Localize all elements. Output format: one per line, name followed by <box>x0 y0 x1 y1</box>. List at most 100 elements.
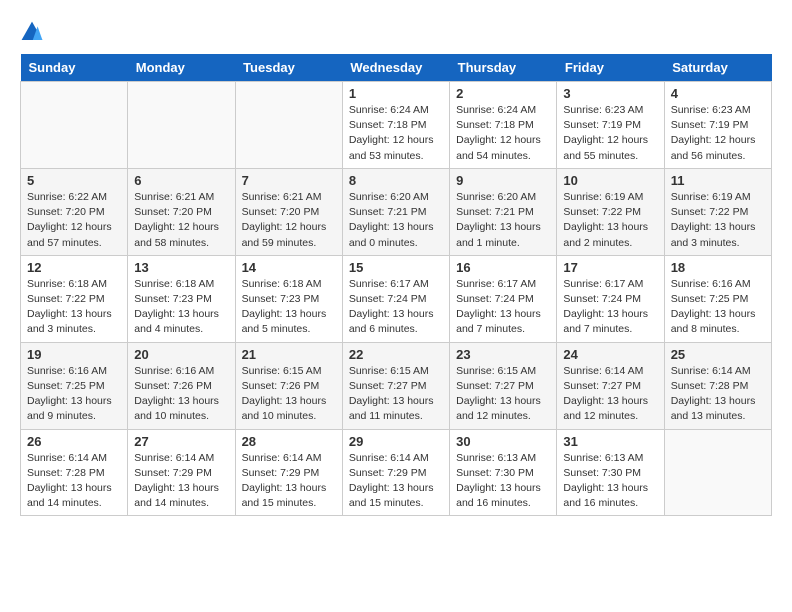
day-info: Sunrise: 6:21 AMSunset: 7:20 PMDaylight:… <box>134 190 228 251</box>
calendar-cell: 13Sunrise: 6:18 AMSunset: 7:23 PMDayligh… <box>128 255 235 342</box>
day-info: Sunrise: 6:17 AMSunset: 7:24 PMDaylight:… <box>456 277 550 338</box>
day-number: 23 <box>456 347 550 362</box>
calendar-cell <box>235 82 342 169</box>
day-number: 1 <box>349 86 443 101</box>
day-number: 31 <box>563 434 657 449</box>
calendar-week-row: 5 Sunrise: 6:22 AMSunset: 7:20 PMDaylight… <box>21 168 772 255</box>
day-number: 8 <box>349 173 443 188</box>
day-number: 5 <box>27 173 121 188</box>
day-info: Sunrise: 6:19 AMSunset: 7:22 PMDaylight:… <box>671 190 765 251</box>
day-number: 28 <box>242 434 336 449</box>
day-info: Sunrise: 6:17 AMSunset: 7:24 PMDaylight:… <box>349 277 443 338</box>
calendar-cell: 16 Sunrise: 6:17 AMSunset: 7:24 PMDayligh… <box>450 255 557 342</box>
day-number: 20 <box>134 347 228 362</box>
day-info: Sunrise: 6:24 AMSunset: 7:18 PMDaylight:… <box>456 103 550 164</box>
day-number: 7 <box>242 173 336 188</box>
day-number: 19 <box>27 347 121 362</box>
day-number: 17 <box>563 260 657 275</box>
day-number: 3 <box>563 86 657 101</box>
day-number: 13 <box>134 260 228 275</box>
day-number: 29 <box>349 434 443 449</box>
calendar-cell: 15 Sunrise: 6:17 AMSunset: 7:24 PMDayligh… <box>342 255 449 342</box>
day-number: 11 <box>671 173 765 188</box>
logo <box>20 20 48 44</box>
day-info: Sunrise: 6:15 AMSunset: 7:27 PMDaylight:… <box>456 364 550 425</box>
calendar-cell: 6 Sunrise: 6:21 AMSunset: 7:20 PMDaylight… <box>128 168 235 255</box>
day-info: Sunrise: 6:14 AMSunset: 7:29 PMDaylight:… <box>242 451 336 512</box>
day-info: Sunrise: 6:16 AMSunset: 7:26 PMDaylight:… <box>134 364 228 425</box>
calendar-cell: 14 Sunrise: 6:18 AMSunset: 7:23 PMDayligh… <box>235 255 342 342</box>
calendar-week-row: 1 Sunrise: 6:24 AMSunset: 7:18 PMDaylight… <box>21 82 772 169</box>
day-info: Sunrise: 6:15 AMSunset: 7:26 PMDaylight:… <box>242 364 336 425</box>
calendar-header-saturday: Saturday <box>664 54 771 82</box>
calendar-cell: 21Sunrise: 6:15 AMSunset: 7:26 PMDayligh… <box>235 342 342 429</box>
day-info: Sunrise: 6:14 AMSunset: 7:28 PMDaylight:… <box>27 451 121 512</box>
day-number: 6 <box>134 173 228 188</box>
calendar-cell: 12 Sunrise: 6:18 AMSunset: 7:22 PMDayligh… <box>21 255 128 342</box>
calendar-cell: 30Sunrise: 6:13 AMSunset: 7:30 PMDayligh… <box>450 429 557 516</box>
day-number: 22 <box>349 347 443 362</box>
day-info: Sunrise: 6:24 AMSunset: 7:18 PMDaylight:… <box>349 103 443 164</box>
calendar-cell: 18 Sunrise: 6:16 AMSunset: 7:25 PMDayligh… <box>664 255 771 342</box>
calendar-cell: 7 Sunrise: 6:21 AMSunset: 7:20 PMDaylight… <box>235 168 342 255</box>
day-number: 15 <box>349 260 443 275</box>
calendar-header-monday: Monday <box>128 54 235 82</box>
day-number: 14 <box>242 260 336 275</box>
calendar-cell: 31 Sunrise: 6:13 AMSunset: 7:30 PMDayligh… <box>557 429 664 516</box>
day-info: Sunrise: 6:20 AMSunset: 7:21 PMDaylight:… <box>349 190 443 251</box>
day-info: Sunrise: 6:23 AMSunset: 7:19 PMDaylight:… <box>671 103 765 164</box>
calendar-cell: 1 Sunrise: 6:24 AMSunset: 7:18 PMDaylight… <box>342 82 449 169</box>
calendar-table: SundayMondayTuesdayWednesdayThursdayFrid… <box>20 54 772 516</box>
logo-icon <box>20 20 44 44</box>
day-info: Sunrise: 6:23 AMSunset: 7:19 PMDaylight:… <box>563 103 657 164</box>
calendar-cell: 11 Sunrise: 6:19 AMSunset: 7:22 PMDayligh… <box>664 168 771 255</box>
calendar-cell <box>664 429 771 516</box>
day-number: 27 <box>134 434 228 449</box>
day-number: 2 <box>456 86 550 101</box>
calendar-cell: 19 Sunrise: 6:16 AMSunset: 7:25 PMDayligh… <box>21 342 128 429</box>
calendar-cell <box>128 82 235 169</box>
calendar-cell: 17 Sunrise: 6:17 AMSunset: 7:24 PMDayligh… <box>557 255 664 342</box>
day-info: Sunrise: 6:18 AMSunset: 7:23 PMDaylight:… <box>242 277 336 338</box>
day-info: Sunrise: 6:19 AMSunset: 7:22 PMDaylight:… <box>563 190 657 251</box>
calendar-cell: 8 Sunrise: 6:20 AMSunset: 7:21 PMDaylight… <box>342 168 449 255</box>
day-info: Sunrise: 6:17 AMSunset: 7:24 PMDaylight:… <box>563 277 657 338</box>
day-info: Sunrise: 6:14 AMSunset: 7:29 PMDaylight:… <box>349 451 443 512</box>
calendar-cell: 20 Sunrise: 6:16 AMSunset: 7:26 PMDayligh… <box>128 342 235 429</box>
day-info: Sunrise: 6:14 AMSunset: 7:28 PMDaylight:… <box>671 364 765 425</box>
day-info: Sunrise: 6:14 AMSunset: 7:29 PMDaylight:… <box>134 451 228 512</box>
calendar-cell: 9Sunrise: 6:20 AMSunset: 7:21 PMDaylight… <box>450 168 557 255</box>
calendar-week-row: 19 Sunrise: 6:16 AMSunset: 7:25 PMDayligh… <box>21 342 772 429</box>
day-info: Sunrise: 6:13 AMSunset: 7:30 PMDaylight:… <box>563 451 657 512</box>
calendar-cell: 25 Sunrise: 6:14 AMSunset: 7:28 PMDayligh… <box>664 342 771 429</box>
day-number: 4 <box>671 86 765 101</box>
calendar-cell: 27 Sunrise: 6:14 AMSunset: 7:29 PMDayligh… <box>128 429 235 516</box>
day-number: 12 <box>27 260 121 275</box>
calendar-cell: 3 Sunrise: 6:23 AMSunset: 7:19 PMDaylight… <box>557 82 664 169</box>
day-info: Sunrise: 6:21 AMSunset: 7:20 PMDaylight:… <box>242 190 336 251</box>
calendar-cell: 2 Sunrise: 6:24 AMSunset: 7:18 PMDaylight… <box>450 82 557 169</box>
day-number: 30 <box>456 434 550 449</box>
calendar-cell: 29 Sunrise: 6:14 AMSunset: 7:29 PMDayligh… <box>342 429 449 516</box>
calendar-cell: 4 Sunrise: 6:23 AMSunset: 7:19 PMDaylight… <box>664 82 771 169</box>
day-info: Sunrise: 6:20 AMSunset: 7:21 PMDaylight:… <box>456 190 550 251</box>
day-info: Sunrise: 6:22 AMSunset: 7:20 PMDaylight:… <box>27 190 121 251</box>
day-number: 26 <box>27 434 121 449</box>
day-info: Sunrise: 6:18 AMSunset: 7:22 PMDaylight:… <box>27 277 121 338</box>
calendar-week-row: 12 Sunrise: 6:18 AMSunset: 7:22 PMDayligh… <box>21 255 772 342</box>
day-number: 18 <box>671 260 765 275</box>
day-info: Sunrise: 6:16 AMSunset: 7:25 PMDaylight:… <box>671 277 765 338</box>
day-info: Sunrise: 6:14 AMSunset: 7:27 PMDaylight:… <box>563 364 657 425</box>
calendar-cell: 26 Sunrise: 6:14 AMSunset: 7:28 PMDayligh… <box>21 429 128 516</box>
day-info: Sunrise: 6:16 AMSunset: 7:25 PMDaylight:… <box>27 364 121 425</box>
page-header <box>20 20 772 44</box>
day-number: 10 <box>563 173 657 188</box>
day-number: 16 <box>456 260 550 275</box>
calendar-cell: 5 Sunrise: 6:22 AMSunset: 7:20 PMDaylight… <box>21 168 128 255</box>
calendar-cell: 28 Sunrise: 6:14 AMSunset: 7:29 PMDayligh… <box>235 429 342 516</box>
calendar-cell <box>21 82 128 169</box>
day-number: 25 <box>671 347 765 362</box>
calendar-header-tuesday: Tuesday <box>235 54 342 82</box>
calendar-header-row: SundayMondayTuesdayWednesdayThursdayFrid… <box>21 54 772 82</box>
day-info: Sunrise: 6:15 AMSunset: 7:27 PMDaylight:… <box>349 364 443 425</box>
